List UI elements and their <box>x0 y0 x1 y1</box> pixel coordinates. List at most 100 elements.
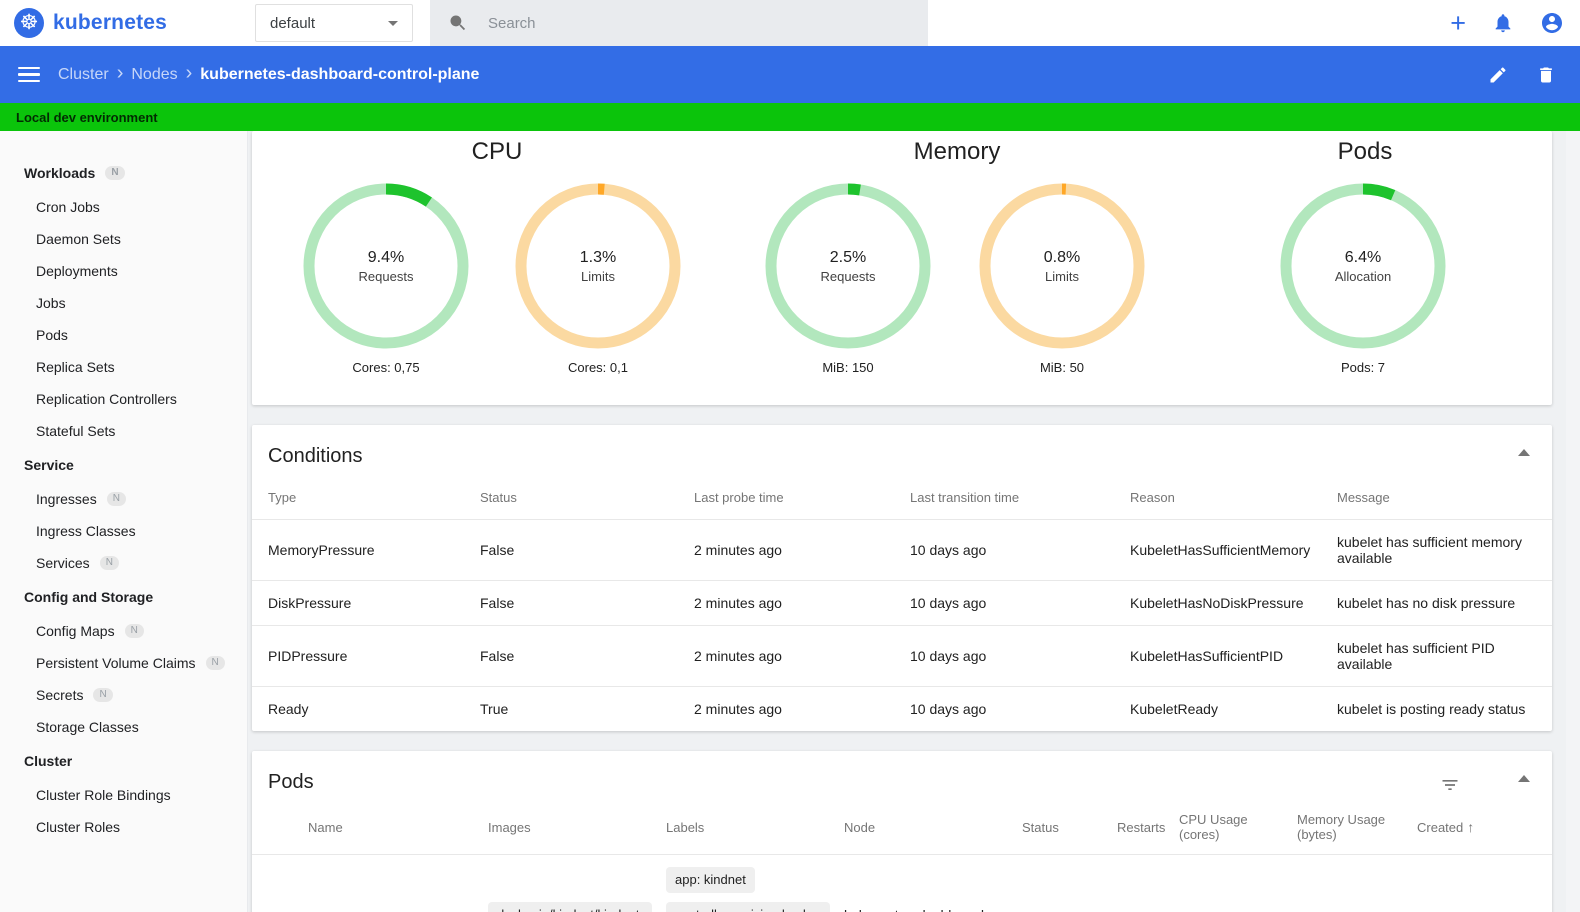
kubernetes-wheel-icon: ☸ <box>14 8 44 38</box>
sidebar-item-deployments[interactable]: Deployments <box>0 255 247 287</box>
column-header: CPU Usage (cores) <box>1179 812 1248 842</box>
table-header-row: Type Status Last probe time Last transit… <box>252 480 1552 520</box>
chevron-right-icon: › <box>116 62 124 84</box>
labels-stack: app: kindnet controller-revision-hash: 5… <box>666 867 830 912</box>
new-badge: N <box>124 624 144 638</box>
sidebar-item-daemon-sets[interactable]: Daemon Sets <box>0 223 247 255</box>
label-chip: controller-revision-hash: 58f5b657b8 <box>666 901 830 912</box>
column-header: Images <box>488 819 531 835</box>
new-badge: N <box>105 166 125 180</box>
column-header: Last transition time <box>910 490 1020 505</box>
sort-ascending-icon: ↑ <box>1467 819 1475 835</box>
pods-table: Name Images Labels Node Status Restarts … <box>252 806 1552 912</box>
label-chip: app: kindnet <box>666 867 755 893</box>
environment-banner-text: Local dev environment <box>16 109 158 125</box>
cpu-chart-title: CPU <box>471 138 523 165</box>
kubernetes-logo[interactable]: ☸ kubernetes <box>14 0 167 46</box>
table-row: Ready True 2 minutes ago 10 days ago Kubel… <box>252 686 1552 731</box>
menu-hamburger-icon[interactable] <box>18 63 40 87</box>
sidebar-item-jobs[interactable]: Jobs <box>0 287 247 319</box>
environment-banner: Local dev environment <box>0 103 1580 131</box>
add-resource-button[interactable]: + <box>1450 9 1466 37</box>
sidebar-section-config-storage: Config and Storage <box>24 589 154 605</box>
sidebar-item-stateful-sets[interactable]: Stateful Sets <box>0 415 247 447</box>
sidebar-item-pods[interactable]: Pods <box>0 319 247 351</box>
sidebar-item-ingress-classes[interactable]: Ingress Classes <box>0 515 247 547</box>
notifications-bell-icon[interactable] <box>1492 12 1514 34</box>
column-header: Reason <box>1130 490 1175 505</box>
search-bar[interactable] <box>430 0 928 46</box>
sidebar-item-replication-controllers[interactable]: Replication Controllers <box>0 383 247 415</box>
donut-memory-requests: 2.5% Requests MiB: 150 <box>763 181 933 375</box>
column-header: Memory Usage (bytes) <box>1297 812 1386 842</box>
collapse-caret-icon[interactable] <box>1518 449 1530 456</box>
sidebar-item-cluster-roles[interactable]: Cluster Roles <box>0 811 247 843</box>
collapse-caret-icon[interactable] <box>1518 775 1530 782</box>
conditions-title: Conditions <box>268 445 363 467</box>
new-badge: N <box>106 492 126 506</box>
namespace-value: default <box>270 14 316 32</box>
pod-row: kindnet-fmj8d docker.io/kindest/kindnetd… <box>252 854 1552 912</box>
sidebar-item-cron-jobs[interactable]: Cron Jobs <box>0 191 247 223</box>
sidebar-item-replica-sets[interactable]: Replica Sets <box>0 351 247 383</box>
breadcrumb-nodes[interactable]: Nodes <box>131 66 177 84</box>
donut-cpu-limits: 1.3% Limits Cores: 0,1 <box>513 181 683 375</box>
conditions-table: Type Status Last probe time Last transit… <box>252 480 1552 731</box>
main-content: CPU Memory Pods 9.4% Requests Cores: 0,75… <box>248 131 1580 912</box>
column-header: Labels <box>666 819 705 835</box>
new-badge: N <box>99 556 119 570</box>
donut-cpu-requests: 9.4% Requests Cores: 0,75 <box>301 181 471 375</box>
donut-pods-allocation: 6.4% Allocation Pods: 7 <box>1278 181 1448 375</box>
table-header-row: Name Images Labels Node Status Restarts … <box>252 806 1552 855</box>
pod-cpu-usage: - <box>1179 854 1297 912</box>
sidebar-item-persistent-volume-claims[interactable]: Persistent Volume Claims N <box>0 647 247 679</box>
sidebar-item-cluster-role-bindings[interactable]: Cluster Role Bindings <box>0 779 247 811</box>
column-header: Restarts <box>1117 819 1166 835</box>
column-header: Status <box>1022 819 1059 835</box>
breadcrumb-toolbar: Cluster › Nodes › kubernetes-dashboard-c… <box>0 46 1580 103</box>
column-header: Message <box>1337 490 1390 505</box>
filter-icon[interactable] <box>1440 775 1460 800</box>
top-app-bar: ☸ kubernetes default + <box>0 0 1580 46</box>
sidebar-item-config-maps[interactable]: Config Maps N <box>0 615 247 647</box>
pod-restarts: 5 <box>1117 854 1179 912</box>
new-badge: N <box>93 688 113 702</box>
sidebar-item-services[interactable]: Services N <box>0 547 247 579</box>
conditions-card: Conditions Type Status Last probe time L… <box>252 425 1552 731</box>
brand-title: kubernetes <box>53 11 168 34</box>
pods-chart-title: Pods <box>1337 138 1393 165</box>
topbar-actions: + <box>1450 0 1564 46</box>
pod-memory-usage: - <box>1297 854 1417 912</box>
pod-created: 10 days ago <box>1417 854 1517 912</box>
sidebar-item-secrets[interactable]: Secrets N <box>0 679 247 711</box>
toolbar-actions <box>1488 65 1556 85</box>
image-chip: docker.io/kindest/kindnetd:v20230511-dc7… <box>488 901 652 912</box>
column-header-created[interactable]: Created ↑ <box>1417 806 1517 855</box>
edit-pencil-icon[interactable] <box>1488 65 1508 85</box>
table-row: DiskPressure False 2 minutes ago 10 days a… <box>252 580 1552 626</box>
pod-status: Running <box>1022 854 1117 912</box>
namespace-selector[interactable]: default <box>255 4 413 42</box>
sidebar-nav: Workloads N Cron Jobs Daemon Sets Deploy… <box>0 131 248 912</box>
breadcrumb-cluster[interactable]: Cluster <box>58 66 109 84</box>
memory-chart-title: Memory <box>913 138 1001 165</box>
sidebar-item-storage-classes[interactable]: Storage Classes <box>0 711 247 743</box>
table-row: PIDPressure False 2 minutes ago 10 days ag… <box>252 625 1552 687</box>
pods-title: Pods <box>268 771 314 793</box>
breadcrumb: Cluster › Nodes › kubernetes-dashboard-c… <box>58 63 479 86</box>
sidebar-item-ingresses[interactable]: Ingresses N <box>0 483 247 515</box>
column-header: Node <box>844 819 876 835</box>
column-header: Last probe time <box>694 490 784 505</box>
account-avatar-icon[interactable] <box>1540 11 1564 35</box>
pods-card: Pods Name Images Labels Node Status Rest… <box>252 751 1552 912</box>
allocation-overview-card: CPU Memory Pods 9.4% Requests Cores: 0,75… <box>252 131 1552 405</box>
sidebar-item-workloads[interactable]: Workloads N <box>0 155 247 191</box>
scrollbar-track[interactable] <box>1566 131 1580 912</box>
column-header: Name <box>308 819 343 835</box>
table-row: MemoryPressure False 2 minutes ago 10 days… <box>252 519 1552 581</box>
pod-node: kubernetes-dashboard-control-plane <box>844 907 1004 912</box>
donut-memory-limits: 0.8% Limits MiB: 50 <box>977 181 1147 375</box>
sidebar-section-service: Service <box>24 457 74 473</box>
delete-trash-icon[interactable] <box>1536 65 1556 85</box>
search-input[interactable] <box>488 14 910 32</box>
